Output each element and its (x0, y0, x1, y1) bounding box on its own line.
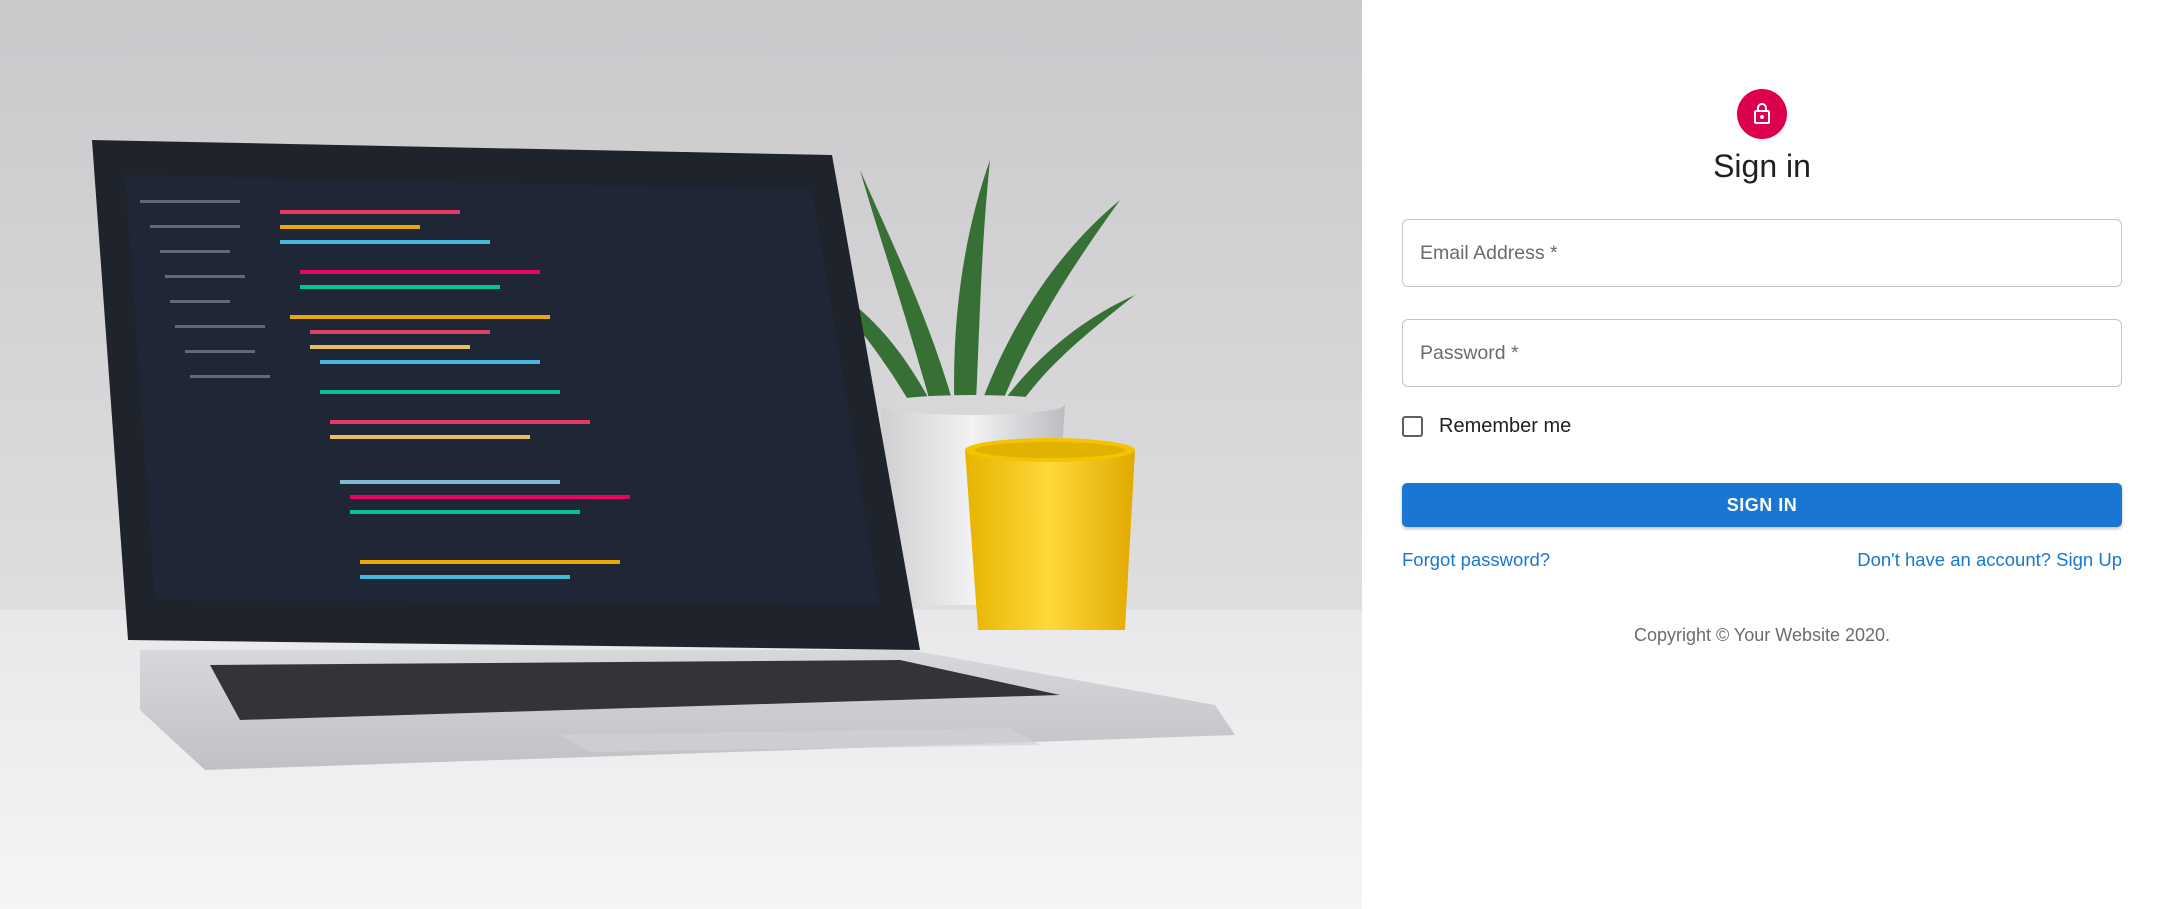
password-field[interactable]: Password * (1402, 319, 2125, 388)
copyright-text: Copyright © Your Website 2020. (1633, 625, 1891, 645)
email-input[interactable] (1403, 220, 2125, 288)
laptop-desk-illustration (0, 0, 1362, 909)
signin-button[interactable]: SIGN IN (1402, 483, 2122, 527)
signin-page: Sign in Email Address * Password * Remem… (0, 0, 2160, 909)
remember-me-checkbox[interactable] (1402, 415, 1423, 437)
lock-icon (1754, 103, 1770, 124)
signup-link[interactable]: Don't have an account? Sign Up (1857, 549, 2122, 571)
email-field[interactable]: Email Address * (1402, 219, 2125, 288)
forgot-password-link[interactable]: Forgot password? (1402, 549, 1550, 571)
signin-panel: Sign in Email Address * Password * Remem… (1362, 0, 2160, 909)
password-input[interactable] (1403, 320, 2125, 388)
page-title: Sign in (1713, 148, 1811, 184)
lock-avatar (1737, 89, 1787, 139)
hero-image (0, 0, 1362, 909)
remember-me-label: Remember me (1439, 414, 1572, 437)
remember-me-row[interactable]: Remember me (1402, 412, 1571, 440)
